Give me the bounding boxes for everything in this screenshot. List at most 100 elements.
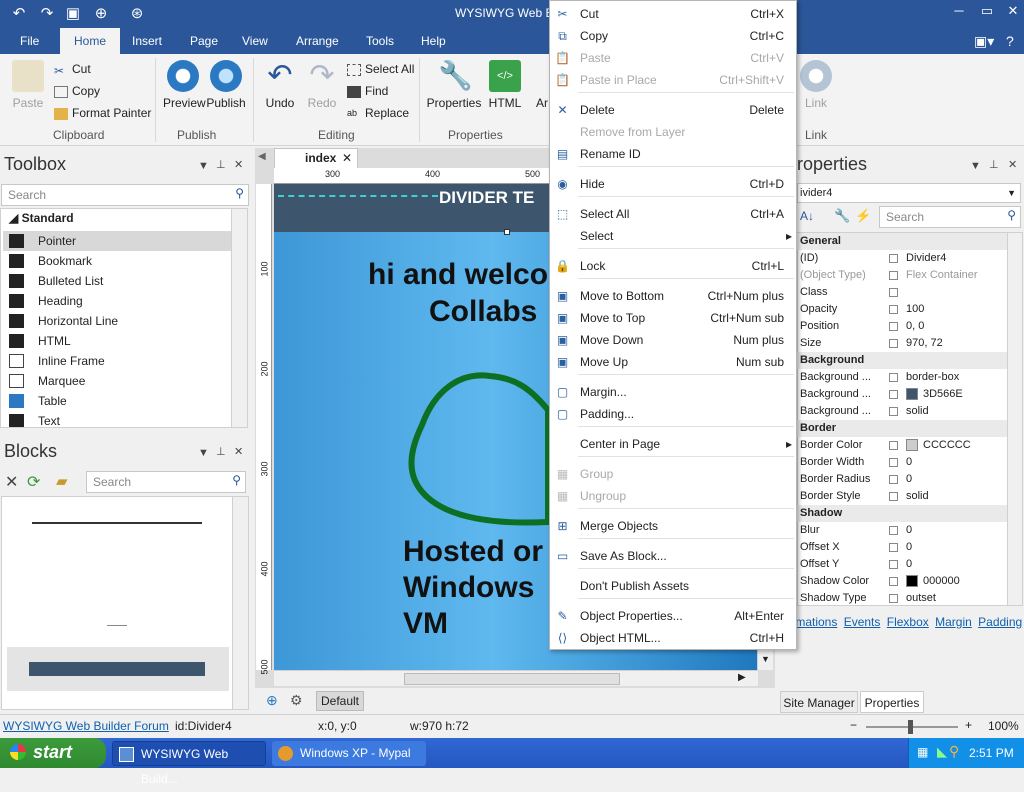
toolbox-item-text[interactable]: Text [3, 411, 235, 427]
property-row[interactable]: Background ... solid [797, 403, 1009, 420]
property-edit-icon[interactable] [889, 322, 898, 331]
object-selector[interactable]: ivider4 ▼ [797, 183, 1021, 203]
forum-link[interactable]: WYSIWYG Web Builder Forum [3, 719, 169, 733]
property-row[interactable]: (ID) Divider4 [797, 250, 1009, 267]
blocks-search-input[interactable]: Search ⚲ [86, 471, 246, 493]
toolbox-item-pointer[interactable]: Pointer [3, 231, 235, 251]
undo-quick-icon[interactable]: ↶ [8, 4, 30, 22]
undo-button[interactable]: ↶ Undo [263, 60, 297, 111]
property-value[interactable]: solid [906, 488, 929, 505]
folder-icon[interactable]: ▰ [56, 472, 68, 490]
property-value[interactable]: Divider4 [906, 250, 946, 267]
property-edit-icon[interactable] [889, 492, 898, 501]
resize-handle[interactable] [504, 229, 510, 235]
taskbar-item-wysiwyg[interactable]: WYSIWYG Web Build... [112, 741, 266, 786]
menu-item-copy[interactable]: ⧉ Copy Ctrl+C [550, 25, 796, 47]
sort-icon[interactable]: A↓ [800, 209, 814, 223]
menu-item-ungroup[interactable]: ▦ Ungroup [550, 485, 796, 507]
refresh-icon[interactable]: ⟳ [27, 472, 40, 492]
property-value[interactable]: 100 [906, 301, 924, 318]
canvas-hscroll[interactable]: ▶ [274, 670, 758, 686]
property-value[interactable]: 0 [906, 539, 912, 556]
blocks-scrollbar[interactable] [232, 497, 248, 709]
save-quick-icon[interactable]: ▣ [62, 4, 84, 22]
property-value[interactable]: 0 [906, 522, 912, 539]
property-value[interactable]: 0 [906, 471, 912, 488]
delete-block-icon[interactable]: ✕ [5, 472, 18, 492]
property-edit-icon[interactable] [889, 339, 898, 348]
paste-button[interactable]: Paste [10, 60, 46, 110]
property-value[interactable]: 0 [906, 556, 912, 573]
keyboard-icon[interactable]: ▦ [917, 745, 928, 759]
property-edit-icon[interactable] [889, 407, 898, 416]
property-edit-icon[interactable] [889, 475, 898, 484]
menu-item-remove-from-layer[interactable]: Remove from Layer [550, 121, 796, 143]
properties-button[interactable]: 🔧 Properties [425, 60, 483, 110]
tab-arrange[interactable]: Arrange [294, 28, 341, 54]
preview-quick-icon[interactable]: ⊕ [90, 4, 112, 22]
tab-properties[interactable]: Properties [860, 691, 924, 713]
tab-help[interactable]: Help [419, 28, 448, 54]
menu-item-hide[interactable]: ◉ Hide Ctrl+D [550, 173, 796, 195]
hosted-text[interactable]: Hosted or Windows VM [403, 534, 549, 642]
select-all-button[interactable]: Select All [347, 62, 414, 76]
publish-quick-icon[interactable]: ⊛ [126, 4, 148, 22]
toolbox-search-input[interactable]: Search ⚲ [1, 184, 249, 206]
block-preview-divider[interactable] [32, 522, 202, 524]
property-row[interactable]: Background ... border-box [797, 369, 1009, 386]
padding-link[interactable]: Padding [978, 615, 1022, 629]
property-row[interactable]: Background ... 3D566E [797, 386, 1009, 403]
property-row[interactable]: (Object Type) Flex Container [797, 267, 1009, 284]
tab-insert[interactable]: Insert [130, 28, 164, 54]
property-edit-icon[interactable] [889, 526, 898, 535]
toolbox-item-heading[interactable]: Heading [3, 291, 235, 311]
cut-button[interactable]: ✂ Cut [54, 62, 91, 78]
layout-icon[interactable]: ▣▾ [972, 28, 996, 54]
events-icon[interactable]: ⚡ [855, 208, 871, 224]
menu-item-paste[interactable]: 📋 Paste Ctrl+V [550, 47, 796, 69]
close-icon[interactable]: ✕ [1000, 3, 1024, 23]
maximize-icon[interactable]: ▭ [974, 3, 1000, 23]
panel-close-icon[interactable]: ✕ [1008, 158, 1017, 171]
property-category[interactable]: Shadow [797, 505, 1009, 522]
property-category[interactable]: General [797, 233, 1009, 250]
properties-scrollbar[interactable] [1007, 233, 1022, 605]
toolbox-item-inline-frame[interactable]: Inline Frame [3, 351, 235, 371]
property-value[interactable]: Flex Container [906, 267, 978, 284]
menu-item-select[interactable]: Select ▸ [550, 225, 796, 247]
add-page-icon[interactable]: ⊕ [266, 692, 278, 709]
property-edit-icon[interactable] [889, 594, 898, 603]
tab-file[interactable]: File [18, 28, 41, 54]
help-icon[interactable]: ? [1004, 28, 1016, 54]
panel-close-icon[interactable]: ✕ [234, 445, 243, 458]
property-value[interactable]: 970, 72 [906, 335, 943, 352]
copy-button[interactable]: Copy [54, 84, 100, 98]
property-edit-icon[interactable] [889, 305, 898, 314]
pin-icon[interactable]: ⊥ [989, 158, 999, 171]
menu-item-margin[interactable]: ▢ Margin... [550, 381, 796, 403]
html-button[interactable]: </> HTML [487, 60, 523, 110]
link-button[interactable]: Link [800, 60, 832, 110]
property-row[interactable]: Position 0, 0 [797, 318, 1009, 335]
property-edit-icon[interactable] [889, 271, 898, 280]
menu-item-move-to-bottom[interactable]: ▣ Move to Bottom Ctrl+Num plus [550, 285, 796, 307]
tab-close-icon[interactable]: ✕ [342, 149, 352, 168]
property-row[interactable]: Border Style solid [797, 488, 1009, 505]
property-value[interactable]: CCCCCC [906, 437, 971, 454]
property-row[interactable]: Border Color CCCCCC [797, 437, 1009, 454]
toolbox-scrollbar[interactable] [231, 209, 247, 427]
menu-item-center-in-page[interactable]: Center in Page ▸ [550, 433, 796, 455]
property-value[interactable]: 0, 0 [906, 318, 924, 335]
property-edit-icon[interactable] [889, 577, 898, 586]
block-preview-selected[interactable] [7, 647, 229, 691]
property-row[interactable]: Shadow Color 000000 [797, 573, 1009, 590]
property-row[interactable]: Class [797, 284, 1009, 301]
property-edit-icon[interactable] [889, 441, 898, 450]
property-row[interactable]: Border Width 0 [797, 454, 1009, 471]
property-edit-icon[interactable] [889, 373, 898, 382]
preview-button[interactable]: Preview [163, 60, 206, 110]
property-value[interactable]: border-box [906, 369, 959, 386]
menu-item-don-t-publish-assets[interactable]: Don't Publish Assets [550, 575, 796, 597]
taskbar-item-mypal[interactable]: Windows XP - Mypal [272, 741, 426, 766]
publish-button[interactable]: Publish [206, 60, 246, 110]
